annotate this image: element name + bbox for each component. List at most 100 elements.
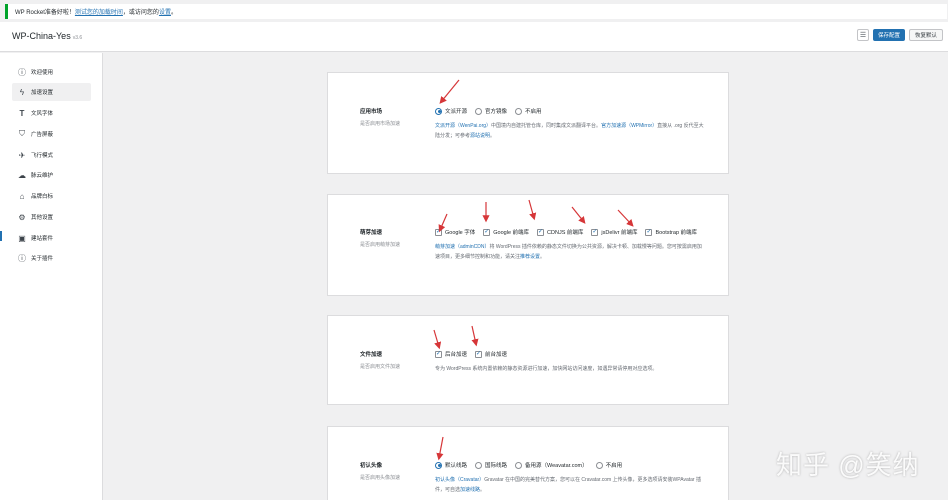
checkbox-icon[interactable]: ✓ xyxy=(645,228,653,236)
sidebar-item-whitelabel[interactable]: ⌂ 品牌白标 xyxy=(12,187,91,205)
checkbox-icon[interactable]: ✓ xyxy=(435,350,442,358)
option-label: 前台加速 xyxy=(485,352,508,358)
option-front-accel[interactable]: ✓ 前台加速 xyxy=(475,350,507,358)
radio-icon[interactable] xyxy=(435,461,442,469)
avatar-card: 初认头像 是否启用头像加速 默认线路 国际线路 备用源（Weavatar.com… xyxy=(327,426,729,500)
tag-icon: ⌂ xyxy=(19,191,25,201)
option-google-fonts[interactable]: ✓ Google 字体 xyxy=(435,228,475,236)
avatar-desc: 是否启用头像加速 xyxy=(360,475,401,481)
checkbox-icon[interactable]: ✓ xyxy=(537,228,545,236)
recommended-settings-link[interactable]: 推荐设置 xyxy=(520,254,540,260)
option-bootstrap[interactable]: ✓ Bootstrap 前端库 xyxy=(645,228,697,236)
plugin-name: WP-China-Yes xyxy=(12,31,71,41)
rocket-notice: WP Rocket准备好啦！ 测试您的加载时间 ，或访问您的 设置 。 xyxy=(5,4,947,19)
avatar-option-disabled[interactable]: 不启用 xyxy=(595,461,623,469)
sidebar-item-welcome[interactable]: ⓘ 欢迎使用 xyxy=(12,63,91,81)
store-option-disabled[interactable]: 不启用 xyxy=(515,107,542,115)
option-label: Bootstrap 前端库 xyxy=(655,230,698,236)
radio-icon[interactable] xyxy=(515,107,523,115)
sidebar-item-acceleration[interactable]: ϟ 加速设置 xyxy=(12,83,91,101)
reset-button[interactable]: 恢复默认 xyxy=(908,29,943,41)
checkbox-icon[interactable]: ✓ xyxy=(435,228,442,236)
notice-middle: ，或访问您的 xyxy=(122,10,159,16)
admincdn-card: 萌芽加速 是否启用萌芽加速 ✓ Google 字体 ✓ Google 前端库 ✓ CD… xyxy=(327,194,729,296)
store-option-official[interactable]: 官方镜像 xyxy=(475,107,507,115)
source-doc-link[interactable]: 源站说明 xyxy=(470,133,490,139)
sidebar-item-flight-mode[interactable]: ✈ 飞行模式 xyxy=(12,146,91,164)
radio-icon[interactable] xyxy=(435,107,442,115)
plugin-version: v3.6 xyxy=(72,35,83,41)
files-options: ✓ 后台加速 ✓ 前台加速 xyxy=(435,350,507,358)
radio-icon[interactable] xyxy=(515,461,523,469)
option-admin-accel[interactable]: ✓ 后台加速 xyxy=(435,350,467,358)
option-label: 不启用 xyxy=(525,109,542,115)
sidebar-item-other-settings[interactable]: ⚙ 其他设置 xyxy=(12,208,91,226)
sidebar-item-label: 建站套件 xyxy=(31,236,54,242)
box-icon: ▣ xyxy=(18,233,26,243)
option-google-libs[interactable]: ✓ Google 前端库 xyxy=(483,228,529,236)
wpmirror-link[interactable]: 官方加速源（WPMirror） xyxy=(601,123,657,129)
save-button[interactable]: 保存配置 xyxy=(872,29,905,41)
checkbox-icon[interactable]: ✓ xyxy=(591,228,599,236)
sidebar-item-label: 其他设置 xyxy=(31,215,54,221)
option-label: jsDelivr 前端库 xyxy=(601,230,638,236)
help-text: 。 xyxy=(480,487,486,493)
option-label: 后台加速 xyxy=(445,352,468,358)
option-label: Google 前端库 xyxy=(493,230,530,236)
option-cdnjs[interactable]: ✓ CDNJS 前端库 xyxy=(537,228,583,236)
store-card: 应用市场 是否启用市场加速 文派开源 官方镜像 不启用 文派开源（WenPai.… xyxy=(327,72,729,174)
avatar-title: 初认头像 xyxy=(360,463,383,469)
admincdn-options: ✓ Google 字体 ✓ Google 前端库 ✓ CDNJS 前端库 ✓ jsDel… xyxy=(435,228,697,236)
zhihu-watermark: 知乎 @笑纳 xyxy=(776,450,920,480)
sidebar-item-label: 飞行模式 xyxy=(31,153,54,159)
sidebar-item-label: 脉云维护 xyxy=(31,173,54,179)
sidebar-item-label: 广告屏蔽 xyxy=(31,132,54,138)
admincdn-title: 萌芽加速 xyxy=(360,230,383,236)
sidebar-item-about[interactable]: ⓘ 关于插件 xyxy=(12,249,91,267)
sidebar-item-label: 加速设置 xyxy=(31,90,54,96)
plugin-header: WP-China-Yes v3.6 ☰ 保存配置 恢复默认 xyxy=(0,22,948,52)
store-option-wenpai[interactable]: 文派开源 xyxy=(435,107,467,115)
help-text: 中国境内自建托管仓库，同时集成文派翻译平台。 xyxy=(491,123,602,129)
radio-icon[interactable] xyxy=(595,461,603,469)
option-label: 国际线路 xyxy=(485,463,508,469)
accel-route-link[interactable]: 加速线路 xyxy=(460,487,480,493)
sidebar-item-fonts[interactable]: T 文风字体 xyxy=(12,104,91,122)
wenpai-link[interactable]: 文派开源（WenPai.org） xyxy=(435,123,491,129)
radio-icon[interactable] xyxy=(475,107,483,115)
help-text: 。 xyxy=(490,133,496,139)
help-text: 。 xyxy=(540,254,546,260)
avatar-option-international[interactable]: 国际线路 xyxy=(475,461,507,469)
shield-icon: ⛉ xyxy=(19,129,25,138)
admincdn-desc: 是否启用萌芽加速 xyxy=(360,242,401,248)
checkbox-icon[interactable]: ✓ xyxy=(483,228,491,236)
store-title: 应用市场 xyxy=(360,109,383,115)
sidebar-item-adblock[interactable]: ⛉ 广告屏蔽 xyxy=(12,125,91,143)
store-desc: 是否启用市场加速 xyxy=(360,121,401,127)
checkbox-icon[interactable]: ✓ xyxy=(475,350,483,358)
admincdn-link[interactable]: 萌芽加速（adminCDN） xyxy=(435,244,489,250)
cravatar-link[interactable]: 初认头像（Cravatar） xyxy=(435,477,484,483)
menu-toggle-icon[interactable]: ☰ xyxy=(856,29,869,41)
store-options: 文派开源 官方镜像 不启用 xyxy=(435,107,542,115)
plugin-title: WP-China-Yes v3.6 xyxy=(12,31,82,41)
help-text: 专为 WordPress 系统内置依赖的静态资源进行加速，加快网站访问速度，如遇… xyxy=(435,366,658,372)
sidebar-item-site-kit[interactable]: ▣ 建站套件 xyxy=(12,229,91,247)
avatar-options: 默认线路 国际线路 备用源（Weavatar.com） 不启用 xyxy=(435,461,622,469)
help-text: 将 WordPress 插件依赖的静态文件切换为公共资源，解决卡顿、加载慢等问题… xyxy=(489,244,687,250)
avatar-option-default[interactable]: 默认线路 xyxy=(435,461,467,469)
radio-icon[interactable] xyxy=(475,461,483,469)
option-label: 文派开源 xyxy=(445,109,468,115)
files-desc: 是否启用文件加速 xyxy=(360,364,401,370)
option-label: 官方镜像 xyxy=(485,109,508,115)
option-label: 备用源（Weavatar.com） xyxy=(525,463,588,469)
avatar-option-weavatar[interactable]: 备用源（Weavatar.com） xyxy=(515,461,588,469)
option-label: 默认线路 xyxy=(445,463,468,469)
option-label: Google 字体 xyxy=(445,230,476,236)
option-jsdelivr[interactable]: ✓ jsDelivr 前端库 xyxy=(591,228,637,236)
test-load-time-link[interactable]: 测试您的加载时间 xyxy=(75,7,123,16)
option-label: 不启用 xyxy=(605,463,623,469)
files-card: 文件加速 是否启用文件加速 ✓ 后台加速 ✓ 前台加速 专为 WordPress 系… xyxy=(327,315,729,405)
sidebar-item-maintenance[interactable]: ☁ 脉云维护 xyxy=(12,166,91,184)
settings-link[interactable]: 设置 xyxy=(159,7,171,16)
